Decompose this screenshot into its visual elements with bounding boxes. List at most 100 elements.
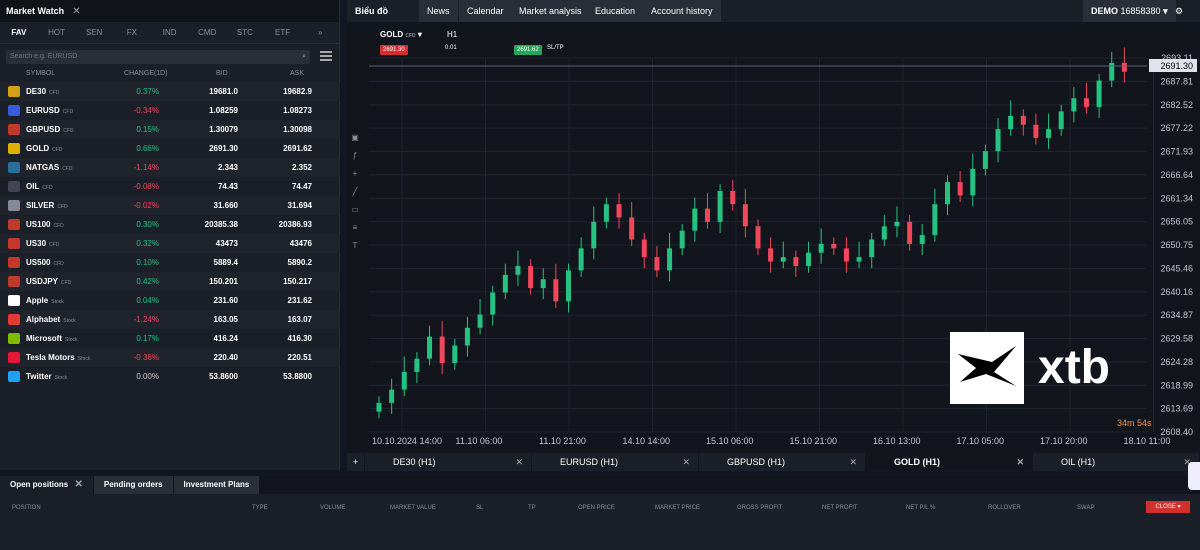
close-icon[interactable]: ✕: [849, 453, 857, 471]
tab-fx[interactable]: FX: [113, 28, 151, 37]
candle-body: [793, 257, 799, 266]
y-tick-label: 2613.69: [1160, 404, 1193, 414]
candle-body: [982, 151, 988, 169]
chart-tab-label: GBPUSD (H1): [727, 457, 786, 467]
bid-value: 19681.0: [209, 87, 238, 96]
close-icon[interactable]: ✕: [515, 453, 523, 471]
list-item[interactable]: Tesla Motors Stock -0.36% 220.40 220.51: [0, 348, 340, 367]
candle-body: [780, 257, 786, 262]
close-icon[interactable]: ✕: [1016, 453, 1024, 471]
symbol-name: GOLD CFD: [26, 144, 63, 153]
list-item[interactable]: US100 CFD 0.30% 20385.38 20386.93: [0, 215, 340, 234]
list-item[interactable]: Twitter Stock 0.00% 53.8600 53.8800: [0, 367, 340, 386]
list-item[interactable]: USDJPY CFD 0.42% 150.201 150.217: [0, 272, 340, 291]
tab-etf[interactable]: ETF: [264, 28, 302, 37]
list-item[interactable]: Apple Stock 0.04% 231.60 231.62: [0, 291, 340, 310]
tab-open-positions[interactable]: Open positions ✕: [0, 476, 93, 494]
tab-hot[interactable]: HOT: [38, 28, 76, 37]
symbol-type: Stock: [65, 337, 78, 343]
change-value: -0.02%: [133, 201, 159, 210]
change-value: 0.37%: [136, 87, 159, 96]
symbol-name: DE30 CFD: [26, 87, 60, 96]
symbol-type: Stock: [77, 356, 91, 362]
symbol-name: Microsoft Stock: [26, 334, 78, 343]
current-price-label: 2691.30: [1160, 61, 1193, 71]
candle-body: [768, 248, 774, 262]
ask-value: 74.47: [291, 182, 312, 191]
ask-value: 53.8800: [283, 372, 312, 381]
list-item[interactable]: EURUSD CFD -0.34% 1.08259 1.08273: [0, 101, 340, 120]
tab-more[interactable]: »: [301, 28, 339, 37]
side-panel-handle[interactable]: [1188, 462, 1200, 490]
col-bid: BID: [216, 70, 228, 77]
tab-pending-orders[interactable]: Pending orders: [93, 476, 173, 494]
candle-body: [1096, 80, 1102, 108]
candle-body: [1083, 98, 1089, 108]
chart-tab[interactable]: OIL (H1) ✕: [1033, 453, 1200, 471]
symbol-type: Stock: [54, 375, 68, 381]
chart-tab[interactable]: GOLD (H1) ✕: [866, 453, 1033, 471]
flag-de-icon: [8, 86, 20, 97]
chart-tab-label: DE30 (H1): [393, 457, 436, 467]
symbol-name: GBPUSD CFD: [26, 125, 74, 134]
bid-value: 31.660: [213, 201, 238, 210]
flame-icon: [8, 162, 20, 173]
list-item[interactable]: Microsoft Stock 0.17% 416.24 416.30: [0, 329, 340, 348]
chart-tab[interactable]: DE30 (H1) ✕: [365, 453, 532, 471]
change-value: -1.24%: [133, 315, 159, 324]
bid-value: 1.30079: [209, 125, 238, 134]
tab-investment-plans[interactable]: Investment Plans: [173, 476, 260, 494]
y-tick-label: 2677.22: [1160, 123, 1193, 133]
y-tick-label: 2650.75: [1160, 240, 1193, 250]
candle-body: [881, 226, 887, 240]
ask-value: 31.694: [287, 201, 312, 210]
candle-body: [1058, 111, 1064, 130]
bid-value: 20385.38: [204, 220, 238, 229]
list-view-icon[interactable]: [320, 51, 332, 61]
x-tick-label: 17.10 20:00: [1040, 436, 1088, 446]
candle-body: [692, 208, 698, 231]
list-item[interactable]: GOLD CFD 0.66% 2691.30 2691.62: [0, 139, 340, 158]
y-tick-label: 2629.58: [1160, 334, 1193, 344]
bid-value: 1.08259: [209, 106, 238, 115]
add-tab-icon[interactable]: +: [347, 453, 366, 471]
flag-eu-icon: [8, 105, 20, 116]
market-watch-header: Market Watch ✕: [0, 0, 339, 22]
list-item[interactable]: US30 CFD 0.32% 43473 43476: [0, 234, 340, 253]
candle-body: [742, 204, 748, 227]
list-item[interactable]: GBPUSD CFD 0.15% 1.30079 1.30098: [0, 120, 340, 139]
flag-gb-icon: [8, 124, 20, 135]
list-item[interactable]: Alphabet Stock -1.24% 163.05 163.07: [0, 310, 340, 329]
change-value: -0.36%: [133, 353, 159, 362]
ask-value: 416.30: [287, 334, 312, 343]
close-button[interactable]: CLOSE ▾: [1146, 501, 1190, 513]
symbol-type: Stock: [63, 318, 76, 324]
tab-sen[interactable]: SEN: [75, 28, 113, 37]
chart-tab[interactable]: EURUSD (H1) ✕: [532, 453, 699, 471]
x-tick-label: 15.10 06:00: [706, 436, 754, 446]
tab-stc[interactable]: STC: [226, 28, 264, 37]
close-icon[interactable]: ✕: [72, 6, 80, 17]
chart-tab[interactable]: GBPUSD (H1) ✕: [699, 453, 866, 471]
close-icon[interactable]: ✕: [682, 453, 690, 471]
bid-value: 220.40: [213, 353, 238, 362]
list-item[interactable]: DE30 CFD 0.37% 19681.0 19682.9: [0, 82, 340, 101]
bid-value: 43473: [215, 239, 238, 248]
ask-value: 5890.2: [287, 258, 312, 267]
y-tick-label: 2661.34: [1160, 193, 1193, 203]
tab-fav[interactable]: FAV: [0, 28, 38, 37]
x-tick-label: 14.10 14:00: [623, 436, 671, 446]
tab-ind[interactable]: IND: [151, 28, 189, 37]
list-item[interactable]: US500 CFD 0.10% 5889.4 5890.2: [0, 253, 340, 272]
search-input[interactable]: Search e.g. EURUSD ⌕: [6, 50, 310, 64]
list-item[interactable]: NATGAS CFD -1.14% 2.343 2.352: [0, 158, 340, 177]
change-value: 0.17%: [136, 334, 159, 343]
tab-cmd[interactable]: CMD: [188, 28, 226, 37]
close-icon[interactable]: ✕: [74, 479, 82, 490]
market-watch-panel: Market Watch ✕ FAV HOT SEN FX IND CMD ST…: [0, 0, 340, 470]
candle-body: [1071, 98, 1077, 112]
list-item[interactable]: OIL CFD -0.08% 74.43 74.47: [0, 177, 340, 196]
bid-value: 2.343: [217, 163, 238, 172]
list-item[interactable]: SILVER CFD -0.02% 31.660 31.694: [0, 196, 340, 215]
symbol-name: Tesla Motors Stock: [26, 353, 91, 362]
